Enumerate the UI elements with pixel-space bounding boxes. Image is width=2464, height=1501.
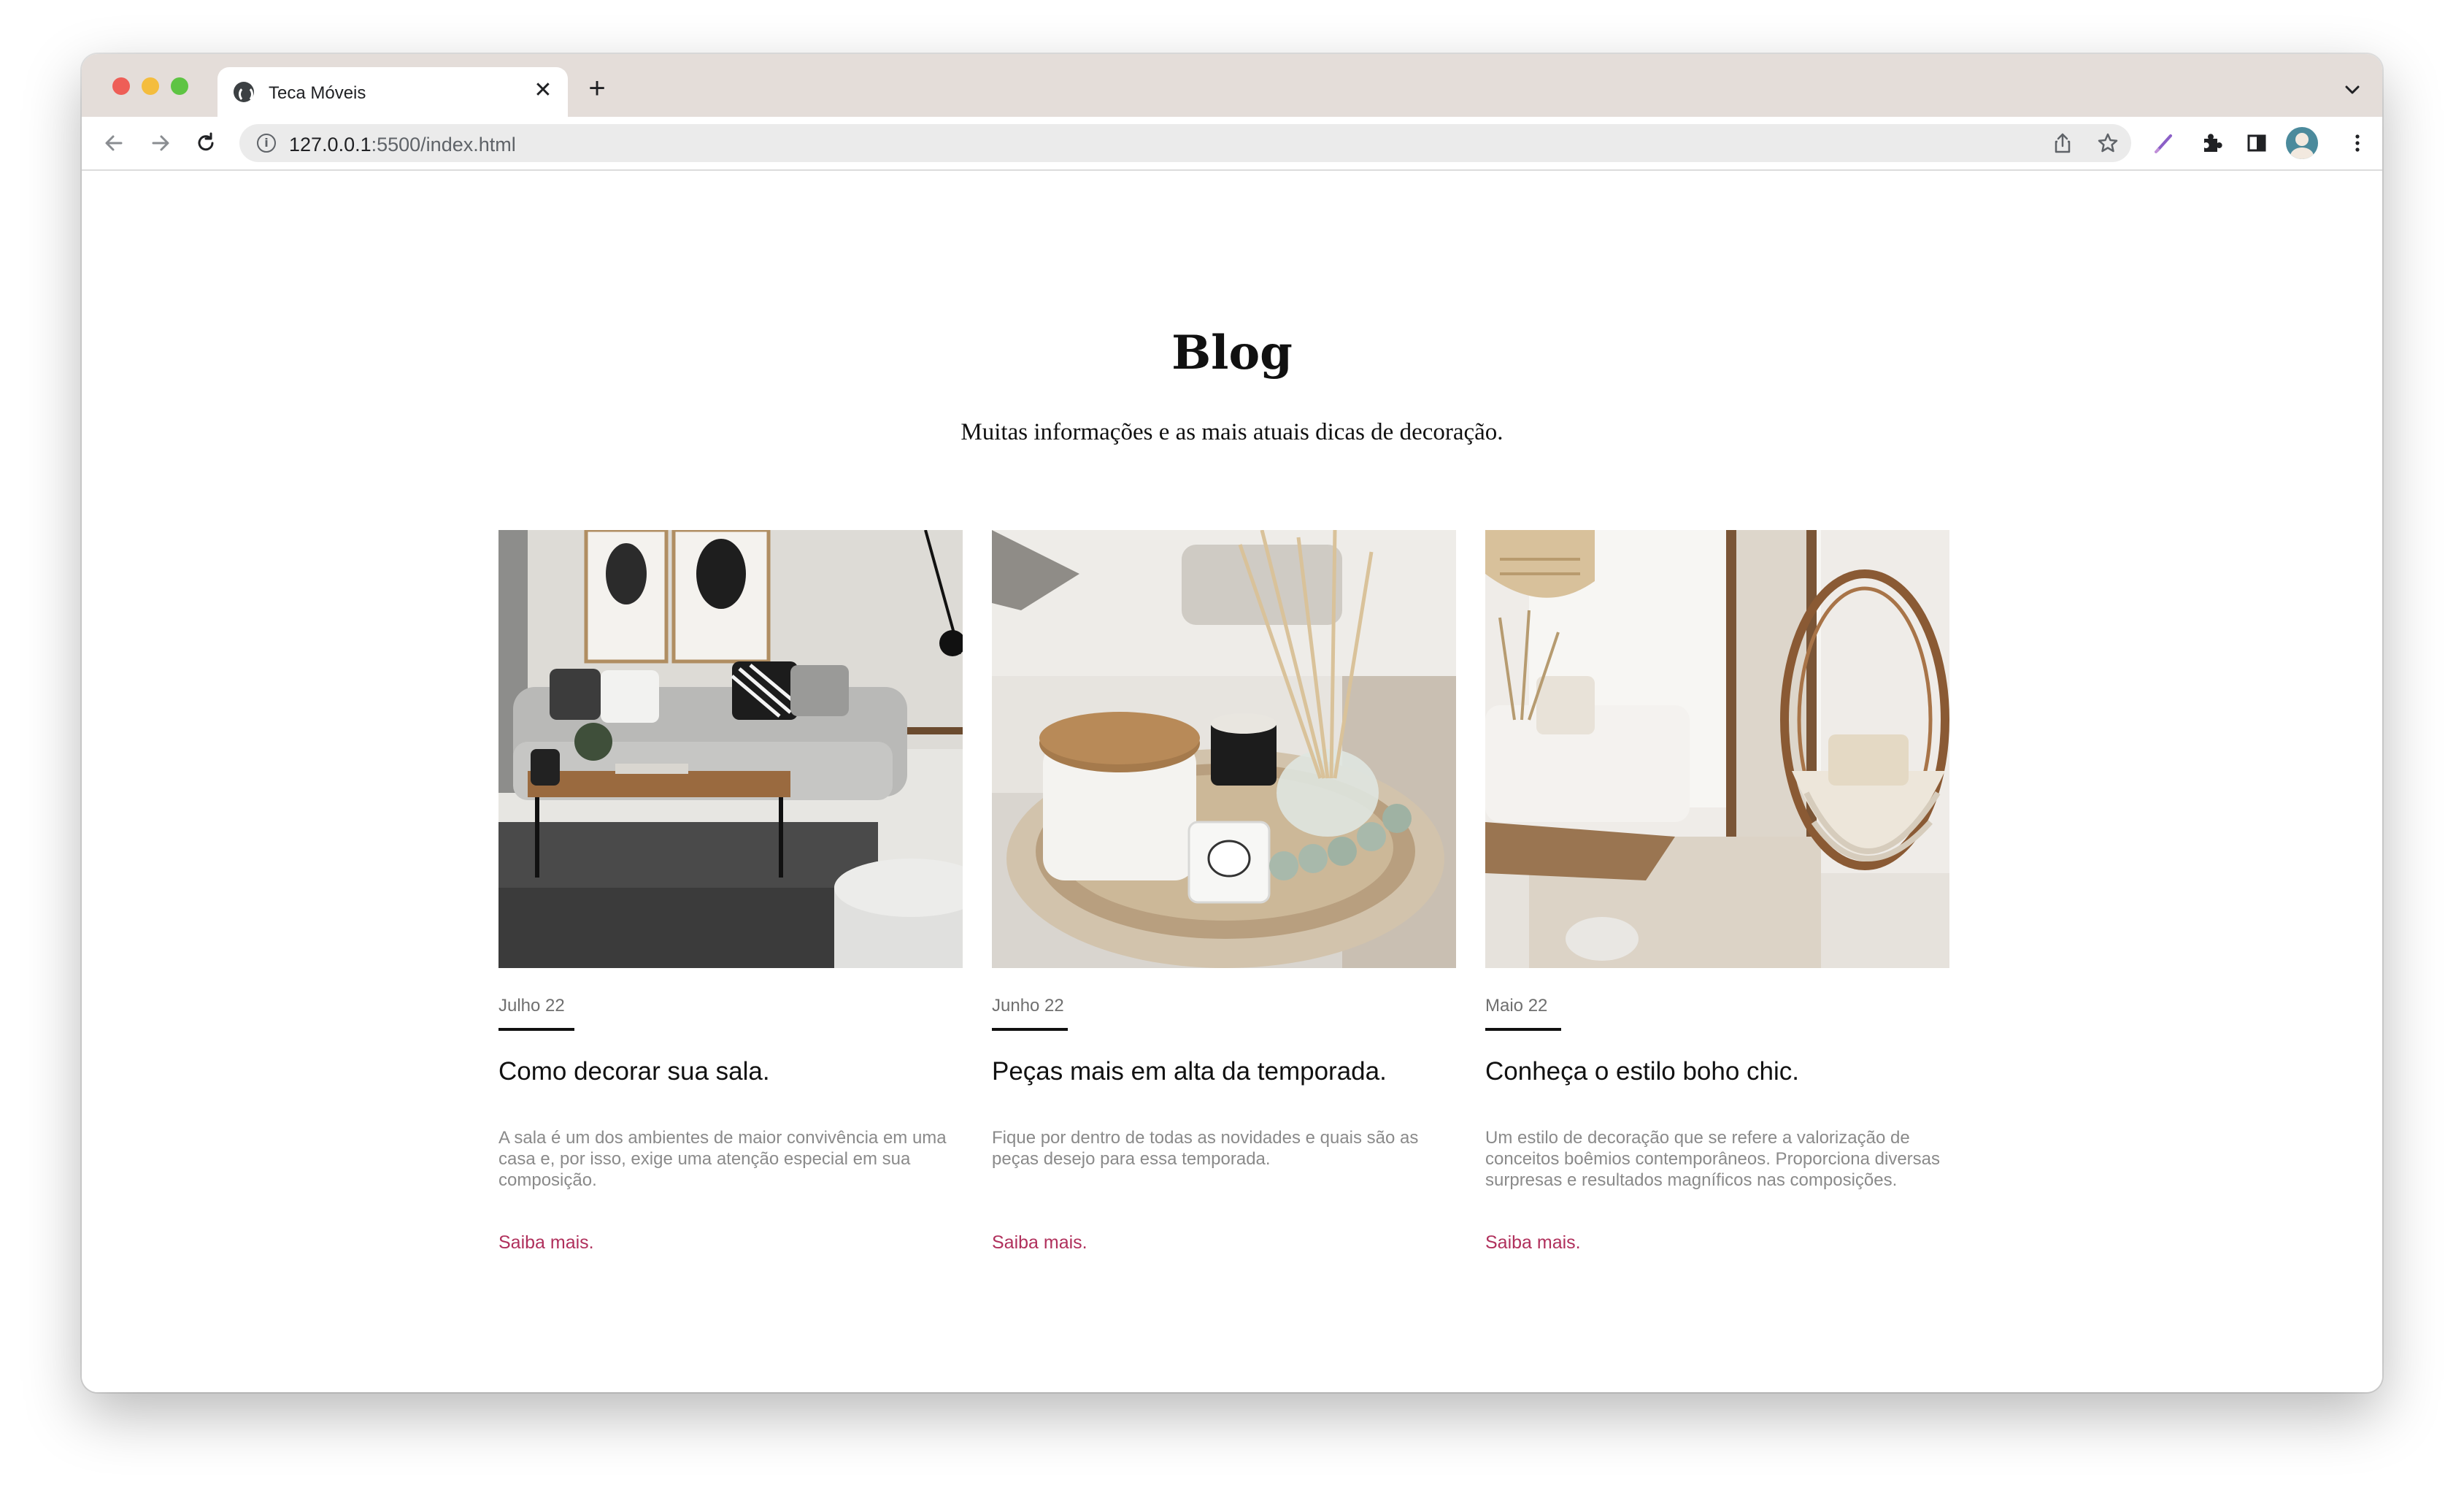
date-divider bbox=[498, 1028, 574, 1031]
date-divider bbox=[992, 1028, 1068, 1031]
bookmark-star-icon[interactable] bbox=[2096, 131, 2120, 155]
chevron-down-icon[interactable] bbox=[2341, 79, 2363, 101]
page-subtitle: Muitas informações e as mais atuais dica… bbox=[960, 419, 1504, 445]
close-window-button[interactable] bbox=[112, 77, 130, 95]
forward-arrow-icon[interactable] bbox=[147, 130, 174, 156]
post-title[interactable]: Como decorar sua sala. bbox=[498, 1057, 966, 1086]
post-title[interactable]: Conheça o estilo boho chic. bbox=[1485, 1057, 1952, 1086]
url-host: 127.0.0.1 bbox=[289, 134, 371, 156]
page-title: Blog bbox=[1171, 326, 1293, 380]
candles-diffuser-photo[interactable] bbox=[992, 530, 1456, 968]
browser-toolbar: i 127.0.0.1:5500/index.html bbox=[82, 117, 2382, 171]
pen-extension-icon[interactable] bbox=[2152, 130, 2178, 156]
post-title[interactable]: Peças mais em alta da temporada. bbox=[992, 1057, 1459, 1086]
post-date: Maio 22 bbox=[1485, 996, 1548, 1016]
address-bar[interactable]: i 127.0.0.1:5500/index.html bbox=[239, 124, 2131, 162]
post-date: Junho 22 bbox=[992, 996, 1064, 1016]
new-tab-button[interactable]: + bbox=[582, 74, 612, 104]
more-menu-icon[interactable] bbox=[2344, 130, 2371, 156]
boho-room-photo[interactable] bbox=[1485, 530, 1949, 968]
tab-title: Teca Móveis bbox=[269, 83, 366, 103]
browser-tab[interactable]: Teca Móveis ✕ bbox=[217, 67, 568, 117]
back-arrow-icon[interactable] bbox=[101, 130, 127, 156]
url-text[interactable]: 127.0.0.1:5500/index.html bbox=[289, 134, 516, 156]
globe-icon bbox=[234, 82, 254, 102]
minimize-window-button[interactable] bbox=[142, 77, 159, 95]
tab-close-button[interactable]: ✕ bbox=[531, 79, 555, 102]
tab-strip: Teca Móveis ✕ + bbox=[82, 54, 2382, 117]
url-path: :5500/index.html bbox=[371, 134, 516, 156]
browser-window: Teca Móveis ✕ + i 127.0.0.1:5500/index.h… bbox=[82, 54, 2382, 1392]
read-more-link[interactable]: Saiba mais. bbox=[992, 1232, 1087, 1254]
post-date: Julho 22 bbox=[498, 996, 565, 1016]
read-more-link[interactable]: Saiba mais. bbox=[498, 1232, 594, 1254]
maximize-window-button[interactable] bbox=[171, 77, 188, 95]
date-divider bbox=[1485, 1028, 1561, 1031]
post-excerpt: Um estilo de decoração que se refere a v… bbox=[1485, 1128, 1941, 1190]
extensions-puzzle-icon[interactable] bbox=[2198, 130, 2225, 156]
profile-avatar[interactable] bbox=[2286, 127, 2318, 159]
side-panel-icon[interactable] bbox=[2244, 130, 2270, 156]
post-excerpt: A sala é um dos ambientes de maior convi… bbox=[498, 1128, 947, 1190]
reload-icon[interactable] bbox=[193, 130, 219, 156]
read-more-link[interactable]: Saiba mais. bbox=[1485, 1232, 1581, 1254]
living-room-photo[interactable] bbox=[498, 530, 963, 968]
post-excerpt: Fique por dentro de todas as novidades e… bbox=[992, 1128, 1419, 1169]
page-content: Blog Muitas informações e as mais atuais… bbox=[82, 171, 2382, 1392]
info-icon[interactable]: i bbox=[257, 134, 276, 153]
share-icon[interactable] bbox=[2051, 131, 2074, 155]
